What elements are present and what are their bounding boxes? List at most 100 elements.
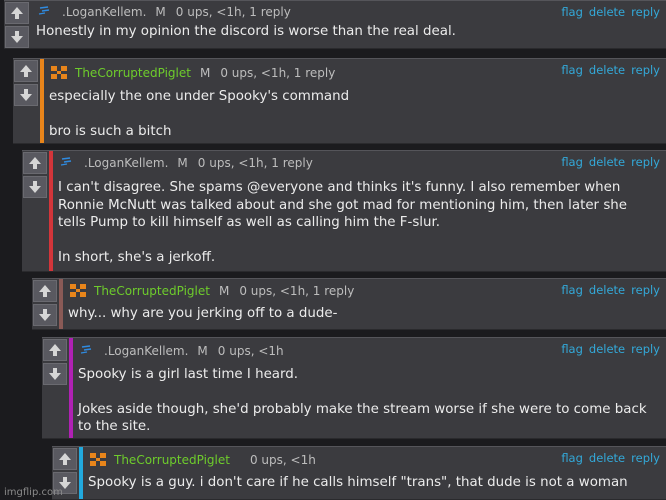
comment-stats: 0 ups, <1h, 1 reply: [175, 5, 291, 19]
comment: .LoganKellem. M 0 ups, <1h, 1 reply flag…: [4, 0, 666, 49]
comment-paragraph: I can't disagree. She spams @everyone an…: [58, 180, 628, 230]
username-link[interactable]: .LoganKellem.: [104, 344, 188, 358]
watermark: imgflip.com: [4, 487, 63, 498]
username-link[interactable]: .LoganKellem.: [84, 156, 168, 170]
comment-content: .LoganKellem. M 0 ups, <1h flag delete rep…: [78, 338, 666, 436]
comment-content: .LoganKellem. M 0 ups, <1h, 1 reply flag…: [58, 151, 666, 266]
comment-paragraph: especially the one under Spooky's comman…: [49, 89, 350, 104]
comment-text: why... why are you jerking off to a dude…: [68, 305, 666, 323]
delete-link[interactable]: delete: [589, 63, 625, 77]
comment-actions: flag delete reply: [555, 155, 660, 169]
orange-cross-icon: [49, 64, 71, 82]
comment: TheCorruptedPiglet M 0 ups, <1h, 1 reply…: [32, 278, 666, 330]
username-link[interactable]: .LoganKellem.: [62, 5, 146, 19]
mod-badge: M: [177, 156, 188, 170]
reply-link[interactable]: reply: [631, 451, 660, 465]
vote-column: [32, 279, 58, 329]
upvote-button[interactable]: [14, 60, 38, 82]
comment-actions: flag delete reply: [555, 63, 660, 77]
downvote-button[interactable]: [5, 26, 29, 48]
upvote-button[interactable]: [33, 280, 57, 302]
comment-stats: 0 ups, <1h, 1 reply: [239, 284, 355, 298]
blue-streak-icon: [58, 154, 80, 172]
arrow-up-icon: [20, 65, 32, 77]
reply-link[interactable]: reply: [631, 283, 660, 297]
mod-badge: M: [197, 344, 208, 358]
comment-paragraph: Jokes aside though, she'd probably make …: [78, 401, 647, 435]
thread-bar: [59, 279, 63, 329]
reply-link[interactable]: reply: [631, 155, 660, 169]
comment-stats: 0 ups, <1h, 1 reply: [220, 66, 336, 80]
arrow-up-icon: [39, 285, 51, 297]
arrow-up-icon: [49, 344, 61, 356]
blue-streak-icon: [78, 342, 100, 360]
flag-link[interactable]: flag: [561, 451, 583, 465]
comment-text: I can't disagree. She spams @everyone an…: [58, 179, 666, 266]
comment-actions: flag delete reply: [555, 5, 660, 19]
comment-stats: 0 ups, <1h: [217, 344, 284, 358]
downvote-button[interactable]: [14, 84, 38, 106]
reply-link[interactable]: reply: [631, 63, 660, 77]
username-link[interactable]: TheCorruptedPiglet: [114, 453, 230, 467]
flag-link[interactable]: flag: [561, 5, 583, 19]
flag-link[interactable]: flag: [561, 63, 583, 77]
upvote-button[interactable]: [23, 152, 47, 174]
username-link[interactable]: TheCorruptedPiglet: [75, 66, 191, 80]
comment-paragraph: why... why are you jerking off to a dude…: [68, 306, 338, 321]
arrow-down-icon: [49, 368, 61, 380]
comment-stats: 0 ups, <1h, 1 reply: [197, 156, 313, 170]
vote-column: [4, 1, 30, 48]
delete-link[interactable]: delete: [589, 342, 625, 356]
delete-link[interactable]: delete: [589, 5, 625, 19]
comment: TheCorruptedPiglet 0 ups, <1h flag delete…: [52, 446, 666, 500]
delete-link[interactable]: delete: [589, 451, 625, 465]
upvote-button[interactable]: [53, 448, 77, 470]
orange-cross-icon: [68, 282, 90, 300]
comment: .LoganKellem. M 0 ups, <1h flag delete rep…: [42, 337, 666, 439]
arrow-down-icon: [11, 31, 23, 43]
flag-link[interactable]: flag: [561, 155, 583, 169]
comment-paragraph: Spooky is a girl last time I heard.: [78, 367, 299, 382]
comment-content: TheCorruptedPiglet M 0 ups, <1h, 1 reply…: [68, 279, 666, 323]
arrow-up-icon: [29, 157, 41, 169]
orange-cross-icon: [88, 451, 110, 469]
comment-paragraph: bro is such a bitch: [49, 123, 172, 139]
comment-text: especially the one under Spooky's comman…: [49, 88, 666, 140]
comment-actions: flag delete reply: [555, 451, 660, 465]
downvote-button[interactable]: [23, 176, 47, 198]
comment: .LoganKellem. M 0 ups, <1h, 1 reply flag…: [22, 150, 666, 272]
vote-column: [13, 59, 39, 143]
arrow-up-icon: [59, 453, 71, 465]
arrow-down-icon: [20, 89, 32, 101]
comment-paragraph: Honestly in my opinion the discord is wo…: [36, 24, 456, 39]
comment-paragraph: In short, she's a jerkoff.: [58, 249, 216, 265]
vote-column: [22, 151, 48, 271]
vote-column: [42, 338, 68, 438]
flag-link[interactable]: flag: [561, 342, 583, 356]
comment-content: .LoganKellem. M 0 ups, <1h, 1 reply flag…: [36, 1, 666, 41]
comment-text: Spooky is a guy. i don't care if he call…: [88, 474, 666, 492]
comment: TheCorruptedPiglet M 0 ups, <1h, 1 reply…: [13, 58, 666, 144]
thread-bar: [40, 59, 44, 143]
thread-bar: [79, 447, 83, 499]
username-link[interactable]: TheCorruptedPiglet: [94, 284, 210, 298]
flag-link[interactable]: flag: [561, 283, 583, 297]
reply-link[interactable]: reply: [631, 342, 660, 356]
comment-content: TheCorruptedPiglet M 0 ups, <1h, 1 reply…: [49, 59, 666, 140]
reply-link[interactable]: reply: [631, 5, 660, 19]
upvote-button[interactable]: [5, 2, 29, 24]
comment-actions: flag delete reply: [555, 283, 660, 297]
upvote-button[interactable]: [43, 339, 67, 361]
delete-link[interactable]: delete: [589, 283, 625, 297]
comment-content: TheCorruptedPiglet 0 ups, <1h flag delete…: [88, 447, 666, 492]
blue-streak-icon: [36, 3, 58, 21]
comment-actions: flag delete reply: [555, 342, 660, 356]
mod-badge: M: [155, 5, 166, 19]
delete-link[interactable]: delete: [589, 155, 625, 169]
downvote-button[interactable]: [33, 304, 57, 326]
comment-text: Honestly in my opinion the discord is wo…: [36, 23, 666, 41]
arrow-up-icon: [11, 7, 23, 19]
mod-badge: M: [218, 284, 230, 298]
thread-bar: [49, 151, 53, 271]
downvote-button[interactable]: [43, 363, 67, 385]
